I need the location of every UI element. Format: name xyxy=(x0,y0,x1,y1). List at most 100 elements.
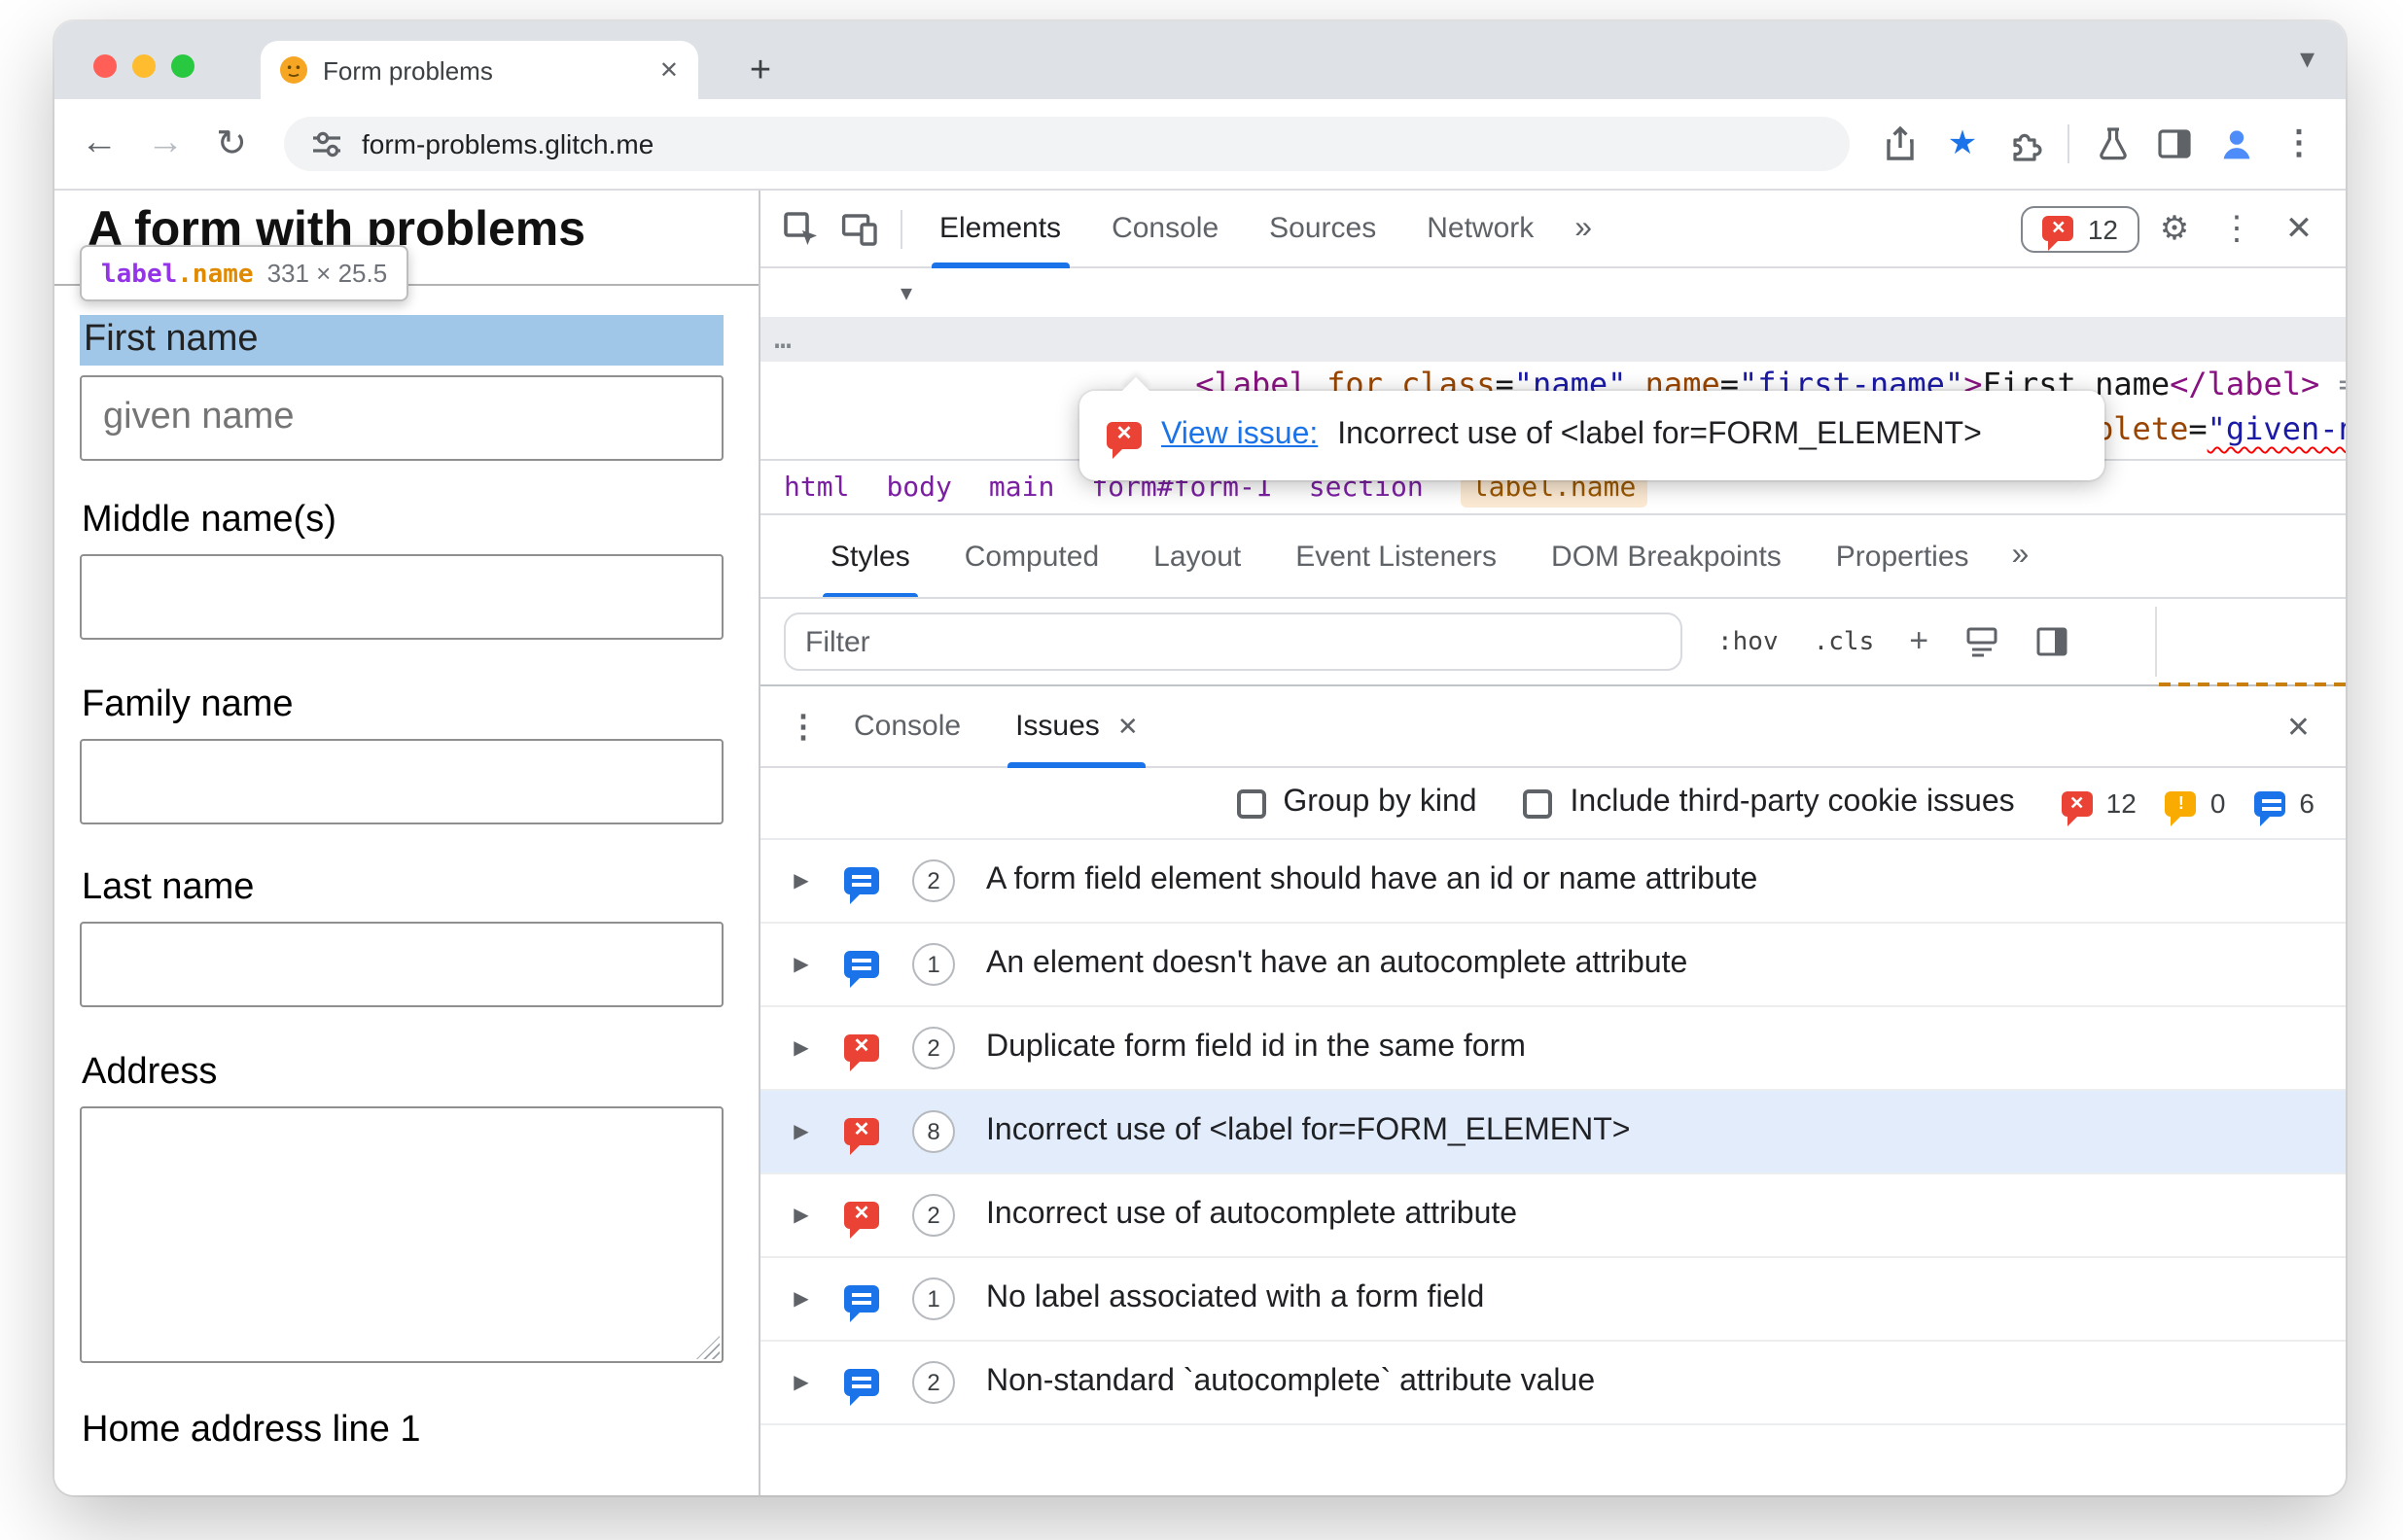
issue-row[interactable]: ▶ 1 No label associated with a form fiel… xyxy=(760,1258,2346,1342)
group-by-kind-checkbox[interactable] xyxy=(1236,788,1266,818)
inspect-cursor-icon xyxy=(784,211,817,244)
expand-arrow-icon[interactable]: ▶ xyxy=(784,1037,819,1059)
drawer-tab-issues[interactable]: Issues ✕ xyxy=(988,685,1166,767)
labs-button[interactable] xyxy=(2085,117,2139,171)
devtools-drawer: ⋮ Console Issues ✕ ✕ Group by kind Inclu… xyxy=(760,684,2346,1495)
sidebar-toggle-button[interactable] xyxy=(2147,117,2202,171)
browser-menu-button[interactable]: ⋮ xyxy=(2272,117,2326,171)
warning-bubble-icon: ! xyxy=(2165,790,2197,825)
error-count: 12 xyxy=(2105,788,2137,819)
drawer-close-button[interactable]: ✕ xyxy=(2271,709,2326,744)
more-style-tabs-button[interactable]: » xyxy=(1997,539,2045,574)
site-settings-icon[interactable] xyxy=(307,124,346,163)
profile-avatar[interactable] xyxy=(2209,117,2264,171)
inspect-overlay-tooltip: label.name 331 × 25.5 xyxy=(80,245,409,301)
tab-styles[interactable]: Styles xyxy=(803,514,937,598)
third-party-option[interactable]: Include third-party cookie issues xyxy=(1523,786,2015,821)
device-toolbar-button[interactable] xyxy=(830,199,889,258)
tab-dom-breakpoints[interactable]: DOM Breakpoints xyxy=(1524,514,1809,598)
tab-properties[interactable]: Properties xyxy=(1809,514,1997,598)
inspect-element-button[interactable] xyxy=(772,199,830,258)
rendering-emulation-icon[interactable] xyxy=(1963,624,1998,659)
issue-row[interactable]: ▶ ✕ 2 Duplicate form field id in the sam… xyxy=(760,1007,2346,1091)
tab-network[interactable]: Network xyxy=(1401,191,1559,267)
third-party-checkbox[interactable] xyxy=(1523,788,1553,818)
breadcrumb-main[interactable]: main xyxy=(989,472,1054,503)
expand-arrow-icon[interactable]: ▶ xyxy=(784,1205,819,1226)
view-issue-text: Incorrect use of <label for=FORM_ELEMENT… xyxy=(1337,418,1982,451)
pseudo-state-toggle[interactable]: :hov xyxy=(1717,627,1779,656)
given-name-input[interactable] xyxy=(80,375,724,461)
issues-tab-close-icon[interactable]: ✕ xyxy=(1117,685,1139,767)
middle-name-input[interactable] xyxy=(80,554,724,640)
info-bubble-icon xyxy=(844,1285,879,1322)
more-panels-button[interactable]: » xyxy=(1559,211,1608,246)
zoom-window-button[interactable] xyxy=(171,54,194,78)
devtools-settings-button[interactable]: ⚙ xyxy=(2147,201,2202,256)
view-issue-link[interactable]: View issue: xyxy=(1161,418,1318,453)
first-name-label-text: First name xyxy=(84,319,259,360)
devtools-close-button[interactable]: ✕ xyxy=(2272,201,2326,256)
expand-arrow-icon[interactable]: ▶ xyxy=(784,1121,819,1142)
browser-tab[interactable]: Form problems ✕ xyxy=(261,41,698,99)
expand-arrow-icon[interactable]: ▶ xyxy=(784,1288,819,1310)
styles-filter-input[interactable]: Filter xyxy=(784,612,1682,671)
issue-row[interactable]: ▶ 2 A form field element should have an … xyxy=(760,840,2346,924)
extensions-puzzle-icon xyxy=(2013,133,2042,161)
issue-count-badge: 2 xyxy=(912,1194,955,1237)
minimize-window-button[interactable] xyxy=(132,54,156,78)
issue-row[interactable]: ▶ ✕ 2 Incorrect use of autocomplete attr… xyxy=(760,1174,2346,1258)
device-toolbar-icon xyxy=(841,213,877,245)
node-menu-dots-icon[interactable]: … xyxy=(774,317,794,362)
filter-placeholder: Filter xyxy=(805,625,870,658)
drawer-tab-console[interactable]: Console xyxy=(827,685,988,767)
tab-sources[interactable]: Sources xyxy=(1244,191,1401,267)
code-line-section[interactable]: ▼<section> xyxy=(760,272,2346,358)
info-bubble-icon xyxy=(844,867,879,904)
expand-arrow-icon[interactable]: ▶ xyxy=(784,870,819,892)
group-by-kind-option[interactable]: Group by kind xyxy=(1236,786,1477,821)
tab-console[interactable]: Console xyxy=(1086,191,1244,267)
expand-arrow-icon[interactable]: ▶ xyxy=(784,954,819,975)
extensions-button[interactable] xyxy=(1997,117,2052,171)
family-name-input[interactable] xyxy=(80,739,724,824)
tab-layout[interactable]: Layout xyxy=(1126,514,1268,598)
styles-filter-bar: Filter :hov .cls + xyxy=(760,597,2346,686)
reload-button[interactable]: ↻ xyxy=(202,115,261,173)
drawer-tab-bar: ⋮ Console Issues ✕ ✕ xyxy=(760,686,2346,768)
computed-sidebar-toggle-icon[interactable] xyxy=(2033,624,2068,659)
styles-tab-bar: Styles Computed Layout Event Listeners D… xyxy=(760,513,2346,598)
address-bar[interactable]: form-problems.glitch.me xyxy=(284,117,1850,171)
tab-elements[interactable]: Elements xyxy=(914,191,1086,267)
expand-arrow-icon[interactable]: ▶ xyxy=(784,1372,819,1393)
tab-close-icon[interactable]: ✕ xyxy=(659,56,679,84)
issue-count-badge: 2 xyxy=(912,1361,955,1404)
drawer-menu-button[interactable]: ⋮ xyxy=(780,707,827,746)
code-line-label-selected[interactable]: … <label for class="name" name="first-nam… xyxy=(760,317,2346,402)
back-button[interactable]: ← xyxy=(70,115,128,173)
class-toggle[interactable]: .cls xyxy=(1814,627,1875,656)
close-window-button[interactable] xyxy=(93,54,117,78)
devtools-menu-button[interactable]: ⋮ xyxy=(2209,201,2264,256)
tab-event-listeners[interactable]: Event Listeners xyxy=(1268,514,1524,598)
last-name-input[interactable] xyxy=(80,922,724,1007)
issue-row[interactable]: ▶ 2 Non-standard `autocomplete` attribut… xyxy=(760,1342,2346,1425)
issue-row-selected[interactable]: ▶ ✕ 8 Incorrect use of <label for=FORM_E… xyxy=(760,1091,2346,1174)
bookmark-star-icon[interactable]: ★ xyxy=(1935,117,1990,171)
forward-button[interactable]: → xyxy=(136,115,194,173)
issues-count-button[interactable]: ✕ 12 xyxy=(2021,205,2139,252)
error-count-badge: ✕ 12 xyxy=(2061,788,2137,825)
tab-search-chevron-icon[interactable]: ▾ xyxy=(2300,41,2315,76)
error-bubble-icon: ✕ xyxy=(844,1202,879,1239)
breadcrumb-body[interactable]: body xyxy=(886,472,951,503)
third-party-label: Include third-party cookie issues xyxy=(1570,786,2015,819)
tab-computed[interactable]: Computed xyxy=(937,514,1126,598)
share-button[interactable] xyxy=(1873,117,1927,171)
collapse-arrow-icon[interactable]: ▼ xyxy=(901,272,912,317)
filter-divider xyxy=(2155,607,2157,677)
new-style-rule-button[interactable]: + xyxy=(1909,622,1928,661)
issue-row[interactable]: ▶ 1 An element doesn't have an autocompl… xyxy=(760,924,2346,1007)
address-textarea[interactable] xyxy=(80,1106,724,1363)
breadcrumb-html[interactable]: html xyxy=(784,472,849,503)
new-tab-button[interactable]: + xyxy=(735,47,786,97)
